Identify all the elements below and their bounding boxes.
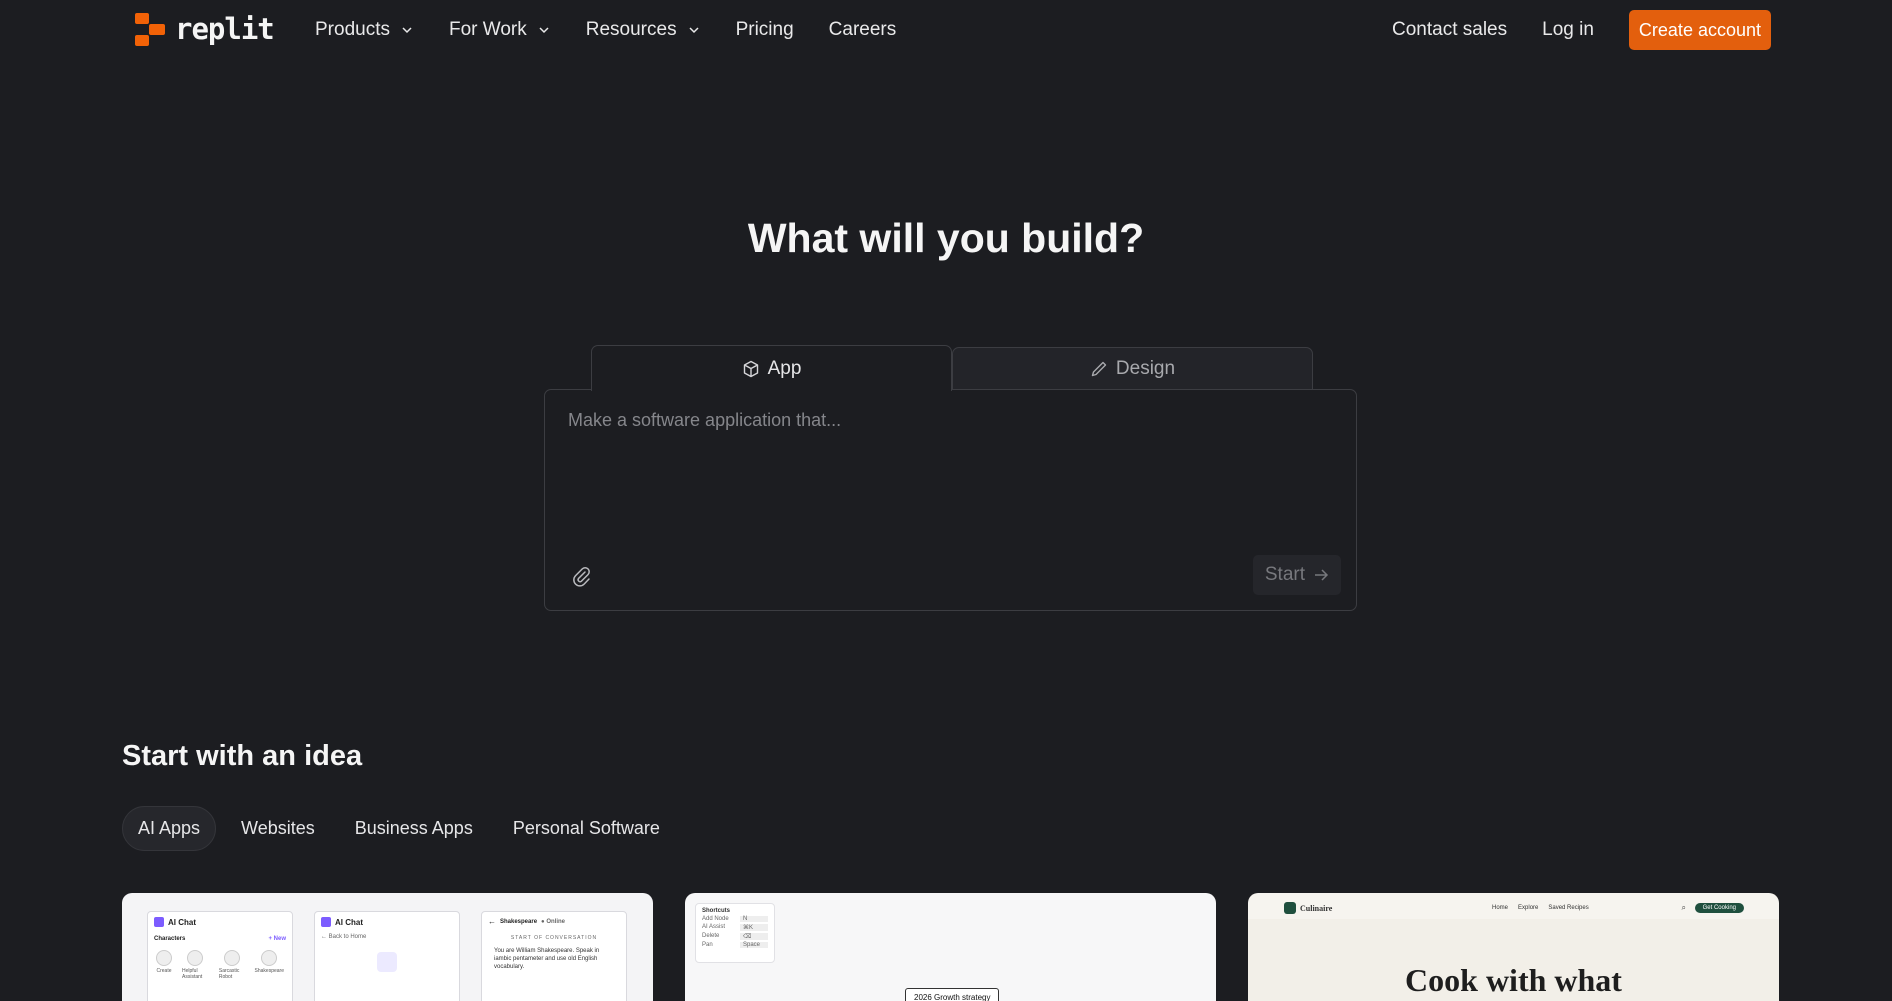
site-link: Home: [1492, 905, 1509, 911]
cta-button: Get Cooking: [1694, 903, 1744, 913]
replit-logo[interactable]: replit: [135, 12, 275, 46]
nav-links: Products For Work Resources Pricing Care…: [315, 0, 931, 60]
characters-label: Characters: [154, 936, 186, 942]
create-account-button[interactable]: Create account: [1628, 10, 1771, 50]
nav-careers-label: Careers: [828, 19, 897, 40]
tab-design-label: Design: [1115, 357, 1176, 379]
shortcuts-title: Shortcuts: [702, 908, 731, 914]
replit-logo-icon: [135, 12, 165, 46]
start-button[interactable]: Start: [1252, 555, 1341, 595]
idea-categories: AI Apps Websites Business Apps Personal …: [122, 806, 675, 851]
shortcuts-panel: Shortcuts Add Node N AI Assist ⌘K Delete ⌫ …: [695, 903, 775, 963]
culinaire-logo: Culinaire: [1284, 902, 1332, 914]
nav-for-work-label: For Work: [448, 19, 527, 40]
site-link: Saved Recipes: [1548, 905, 1589, 911]
idea-card-culinaire[interactable]: Culinaire Home Explore Saved Recipes ⌕ G…: [1248, 893, 1779, 1001]
pencil-icon: [1091, 361, 1107, 376]
nav-careers[interactable]: Careers: [829, 19, 897, 41]
hero-title: What will you build?: [747, 215, 1145, 261]
shortcut-action: Pan: [702, 942, 713, 948]
app-icon: [154, 917, 164, 927]
site-link: Explore: [1518, 905, 1539, 911]
preview-ai-chat-detail: AI Chat ← Back to Home: [314, 911, 460, 1001]
app-icon: [321, 917, 331, 927]
app-name: AI Chat: [335, 917, 363, 927]
start-button-label: Start: [1264, 564, 1305, 585]
character-label: Sarcastic Robot: [218, 968, 240, 980]
preview-ai-chat-conversation: ← Shakespeare ● Online START OF CONVERSATI…: [481, 911, 627, 1001]
idea-card-ai-chat[interactable]: AI Chat Characters + New Create Helpful …: [122, 893, 653, 1001]
category-websites[interactable]: Websites: [226, 806, 330, 851]
log-in-link[interactable]: Log in: [1542, 19, 1594, 41]
tab-app-label: App: [767, 357, 802, 379]
culinaire-headline: Cook with what: [1405, 962, 1622, 998]
character-label: Create: [156, 968, 172, 974]
nav-pricing[interactable]: Pricing: [736, 19, 794, 41]
shortcut-key: Space: [740, 942, 768, 948]
shortcut-action: Add Node: [702, 916, 729, 922]
character-label: Helpful Assistant: [182, 968, 203, 980]
shortcut-key: ⌫: [740, 933, 768, 940]
nav-pricing-label: Pricing: [735, 19, 794, 40]
chevron-down-icon: [689, 27, 699, 34]
category-business-apps[interactable]: Business Apps: [340, 806, 488, 851]
shortcut-action: Delete: [702, 933, 720, 939]
strategy-node: 2026 Growth strategy: [905, 988, 1000, 1001]
tab-design[interactable]: Design: [952, 347, 1313, 390]
idea-card-whiteboard[interactable]: Shortcuts Add Node N AI Assist ⌘K Delete ⌫ …: [685, 893, 1216, 1001]
culinaire-nav: Culinaire Home Explore Saved Recipes ⌕ G…: [1284, 901, 1744, 915]
preview-ai-chat-home: AI Chat Characters + New Create Helpful …: [147, 911, 293, 1001]
category-ai-apps[interactable]: AI Apps: [122, 806, 217, 851]
cube-icon: [743, 360, 758, 377]
logo-wordmark: replit: [175, 12, 275, 46]
shortcut-action: AI Assist: [702, 924, 726, 930]
nav-products-label: Products: [315, 19, 390, 40]
chevron-down-icon: [402, 27, 412, 34]
contact-sales-link[interactable]: Contact sales: [1392, 19, 1507, 41]
app-name: AI Chat: [168, 917, 196, 927]
site-name: Culinaire: [1300, 903, 1333, 913]
nav-for-work[interactable]: For Work: [449, 19, 551, 41]
nav-products[interactable]: Products: [315, 19, 414, 41]
nav-resources[interactable]: Resources: [586, 19, 701, 41]
nav-right: Contact sales Log in Create account: [1392, 10, 1771, 50]
prompt-input[interactable]: [568, 410, 1328, 530]
conversation-label: START OF CONVERSATION: [510, 935, 598, 941]
tab-app[interactable]: App: [591, 345, 952, 391]
back-arrow-icon: ←: [488, 917, 496, 926]
chat-status: ● Online: [541, 918, 565, 925]
chat-name: Shakespeare: [500, 918, 538, 925]
arrow-right-icon: [1315, 569, 1329, 581]
ideas-title: Start with an idea: [122, 740, 363, 772]
chef-hat-icon: [1284, 902, 1296, 914]
nav-resources-label: Resources: [585, 19, 677, 40]
top-nav: replit Products For Work Resources Prici…: [0, 0, 1892, 60]
prompt-box: Start: [544, 389, 1357, 611]
shortcut-key: ⌘K: [740, 924, 768, 931]
sparkle-icon: [377, 952, 397, 972]
character-label: Shakespeare: [254, 968, 284, 974]
back-label: ← Back to Home: [321, 934, 367, 940]
chevron-down-icon: [539, 27, 549, 34]
category-personal-software[interactable]: Personal Software: [498, 806, 675, 851]
paperclip-icon[interactable]: [570, 565, 592, 587]
shortcut-key: N: [740, 916, 768, 922]
chat-message: You are William Shakespeare. Speak in ia…: [494, 948, 600, 970]
new-label: + New: [268, 936, 286, 942]
search-icon: ⌕: [1681, 903, 1686, 912]
